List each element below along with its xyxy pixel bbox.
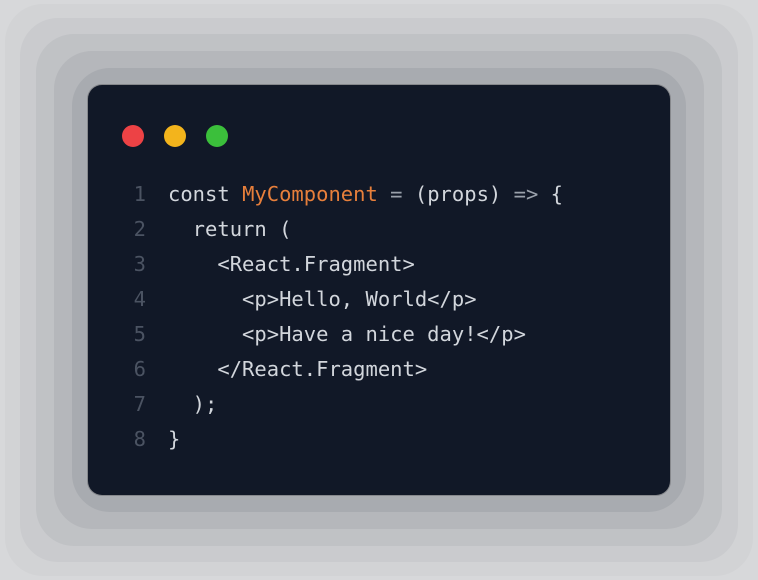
code-line[interactable]: 3 <React.Fragment> <box>128 247 630 282</box>
code-token: <React.Fragment> <box>168 252 415 276</box>
line-content[interactable]: <p>Have a nice day!</p> <box>168 317 630 352</box>
code-line[interactable]: 6 </React.Fragment> <box>128 352 630 387</box>
line-number: 7 <box>128 387 168 422</box>
code-window: 1const MyComponent = (props) => {2 retur… <box>88 85 670 495</box>
line-number: 4 <box>128 282 168 317</box>
code-token: } <box>168 427 180 451</box>
code-token: ); <box>168 392 217 416</box>
line-content[interactable]: <React.Fragment> <box>168 247 630 282</box>
line-number: 2 <box>128 212 168 247</box>
code-token: MyComponent <box>242 182 378 206</box>
line-content[interactable]: <p>Hello, World</p> <box>168 282 630 317</box>
code-line[interactable]: 2 return ( <box>128 212 630 247</box>
code-line[interactable]: 7 ); <box>128 387 630 422</box>
line-number: 1 <box>128 177 168 212</box>
code-line[interactable]: 4 <p>Hello, World</p> <box>128 282 630 317</box>
code-line[interactable]: 1const MyComponent = (props) => { <box>128 177 630 212</box>
code-token: const <box>168 182 242 206</box>
zoom-icon[interactable] <box>206 125 228 147</box>
line-content[interactable]: ); <box>168 387 630 422</box>
code-token: return ( <box>168 217 291 241</box>
line-content[interactable]: return ( <box>168 212 630 247</box>
line-content[interactable]: const MyComponent = (props) => { <box>168 177 630 212</box>
code-token: (props) <box>403 182 514 206</box>
window-controls <box>122 125 630 147</box>
code-token: <p>Have a nice day!</p> <box>168 322 526 346</box>
code-token: </React.Fragment> <box>168 357 427 381</box>
code-token: { <box>538 182 563 206</box>
line-content[interactable]: </React.Fragment> <box>168 352 630 387</box>
code-token <box>378 182 390 206</box>
line-number: 8 <box>128 422 168 457</box>
code-editor[interactable]: 1const MyComponent = (props) => {2 retur… <box>128 177 630 457</box>
line-number: 6 <box>128 352 168 387</box>
close-icon[interactable] <box>122 125 144 147</box>
code-line[interactable]: 5 <p>Have a nice day!</p> <box>128 317 630 352</box>
code-token: <p>Hello, World</p> <box>168 287 477 311</box>
line-content[interactable]: } <box>168 422 630 457</box>
line-number: 5 <box>128 317 168 352</box>
line-number: 3 <box>128 247 168 282</box>
code-token: = <box>390 182 402 206</box>
minimize-icon[interactable] <box>164 125 186 147</box>
code-line[interactable]: 8} <box>128 422 630 457</box>
code-token: => <box>514 182 539 206</box>
